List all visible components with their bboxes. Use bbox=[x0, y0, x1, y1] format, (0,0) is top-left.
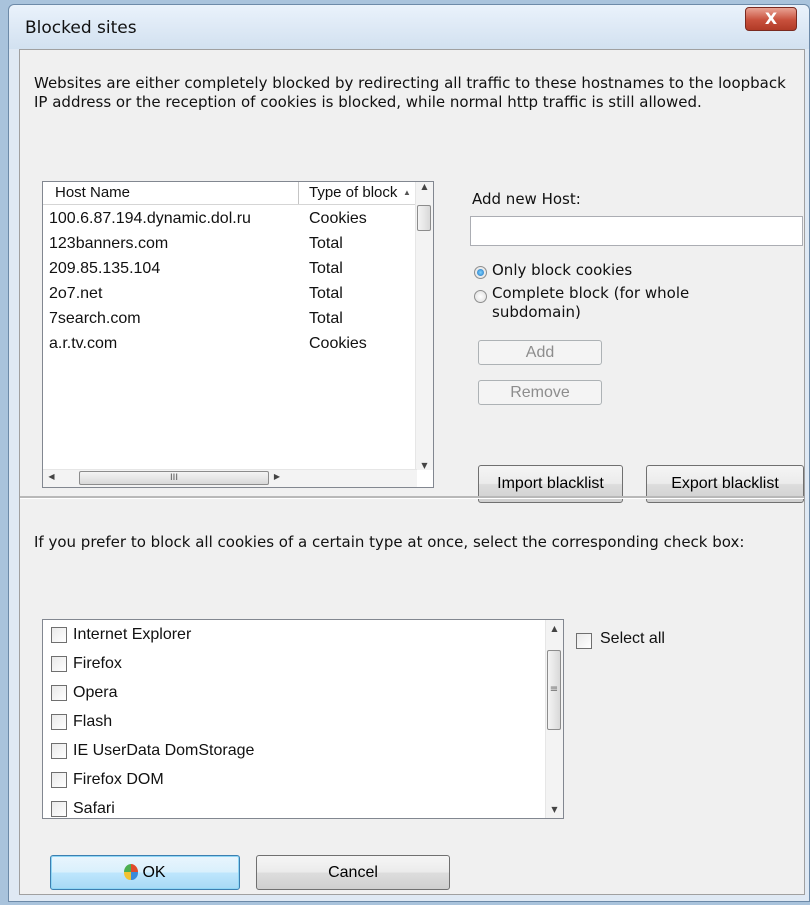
flash-checkbox[interactable] bbox=[51, 714, 67, 730]
checkbox-label: Internet Explorer bbox=[73, 626, 192, 643]
column-separator[interactable] bbox=[298, 182, 299, 204]
shield-icon bbox=[124, 864, 139, 880]
blocked-sites-dialog: Blocked sites X Websites are either comp… bbox=[8, 4, 810, 902]
column-type-of-block[interactable]: Type of block bbox=[309, 183, 397, 203]
host-list-vertical-scrollbar[interactable]: ▲ ▼ bbox=[415, 182, 433, 470]
section-divider bbox=[20, 496, 804, 499]
complete-block-radio[interactable] bbox=[474, 290, 487, 303]
host-list[interactable]: Host Name Type of block ▲ 100.6.87.194.d… bbox=[42, 181, 434, 488]
close-icon: X bbox=[764, 9, 778, 28]
checkbox-label: Opera bbox=[73, 684, 118, 701]
close-button[interactable]: X bbox=[745, 7, 797, 31]
complete-block-label[interactable]: Complete block (for whole subdomain) bbox=[492, 284, 752, 322]
host-name-cell: 123banners.com bbox=[49, 235, 169, 252]
opera-checkbox[interactable] bbox=[51, 685, 67, 701]
blocked-sites-description: Websites are either completely blocked b… bbox=[34, 74, 786, 111]
cookie-type-list[interactable]: Internet Explorer Firefox Opera Flash IE… bbox=[42, 619, 564, 819]
block-type-cell: Total bbox=[309, 310, 343, 327]
remove-button[interactable]: Remove bbox=[478, 380, 602, 405]
sort-up-icon: ▲ bbox=[403, 188, 411, 197]
host-name-cell: a.r.tv.com bbox=[49, 335, 118, 352]
down-arrow-icon[interactable]: ▼ bbox=[416, 461, 433, 470]
checkbox-label: Firefox DOM bbox=[73, 771, 164, 788]
block-type-cell: Total bbox=[309, 285, 343, 302]
cookie-scroll-thumb[interactable]: ≡ bbox=[547, 650, 561, 730]
ok-label: OK bbox=[142, 864, 166, 881]
block-type-cell: Cookies bbox=[309, 335, 367, 352]
host-name-cell: 2o7.net bbox=[49, 285, 103, 302]
add-host-label: Add new Host: bbox=[472, 190, 581, 208]
vertical-scroll-thumb[interactable] bbox=[417, 205, 431, 231]
down-arrow-icon[interactable]: ▼ bbox=[546, 805, 563, 814]
block-type-cell: Total bbox=[309, 260, 343, 277]
select-all-label[interactable]: Select all bbox=[600, 630, 665, 648]
checkbox-label: Flash bbox=[73, 713, 113, 730]
ok-button[interactable]: OK bbox=[50, 855, 240, 890]
cancel-button[interactable]: Cancel bbox=[256, 855, 450, 890]
checkbox-label: Safari bbox=[73, 800, 115, 817]
right-arrow-icon[interactable]: ▶ bbox=[269, 472, 285, 481]
block-type-cell: Cookies bbox=[309, 210, 367, 227]
block-type-cell: Total bbox=[309, 235, 343, 252]
host-name-cell: 100.6.87.194.dynamic.dol.ru bbox=[49, 210, 251, 227]
select-all-checkbox[interactable] bbox=[576, 633, 592, 649]
only-block-cookies-radio[interactable] bbox=[474, 266, 487, 279]
only-block-cookies-label[interactable]: Only block cookies bbox=[492, 261, 632, 279]
checkbox-label: Firefox bbox=[73, 655, 122, 672]
checkbox-label: IE UserData DomStorage bbox=[73, 742, 255, 759]
column-host-name[interactable]: Host Name bbox=[55, 183, 130, 203]
title-bar: Blocked sites X bbox=[9, 5, 809, 49]
cookie-section-description: If you prefer to block all cookies of a … bbox=[34, 533, 745, 551]
host-name-cell: 209.85.135.104 bbox=[49, 260, 161, 277]
up-arrow-icon[interactable]: ▲ bbox=[416, 182, 433, 191]
up-arrow-icon[interactable]: ▲ bbox=[546, 624, 563, 633]
ie-userdata-domstorage-checkbox[interactable] bbox=[51, 743, 67, 759]
internet-explorer-checkbox[interactable] bbox=[51, 627, 67, 643]
left-arrow-icon[interactable]: ◀ bbox=[43, 472, 60, 481]
host-name-cell: 7search.com bbox=[49, 310, 141, 327]
horizontal-scroll-thumb[interactable]: III bbox=[79, 471, 269, 485]
safari-checkbox[interactable] bbox=[51, 801, 67, 817]
host-list-header: Host Name Type of block ▲ bbox=[43, 182, 417, 205]
add-button[interactable]: Add bbox=[478, 340, 602, 365]
window-title: Blocked sites bbox=[25, 18, 137, 38]
dialog-client-area: Websites are either completely blocked b… bbox=[19, 49, 805, 895]
firefox-checkbox[interactable] bbox=[51, 656, 67, 672]
firefox-dom-checkbox[interactable] bbox=[51, 772, 67, 788]
cookie-list-scrollbar[interactable]: ▲ ≡ ▼ bbox=[545, 620, 563, 818]
add-host-input[interactable] bbox=[470, 216, 803, 246]
host-list-horizontal-scrollbar[interactable]: ◀ III ▶ bbox=[43, 469, 417, 487]
